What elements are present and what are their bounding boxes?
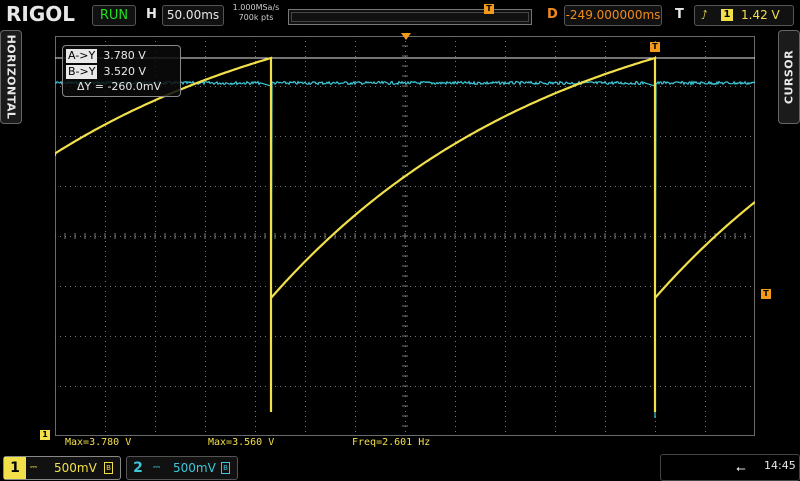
measurement-2: Max=3.560 V — [208, 437, 275, 448]
channel-1-number: 1 — [4, 457, 26, 479]
cursor-readout-box: A->Y 3.780 V B->Y 3.520 V ΔY = -260.0mV — [62, 45, 181, 97]
trigger-settings[interactable]: ⭜ 1 1.42 V — [694, 5, 794, 26]
trigger-time-marker[interactable]: T — [650, 42, 660, 52]
cursor-b-readout: B->Y 3.520 V — [66, 65, 146, 79]
brand-logo: RIGOL — [6, 2, 76, 26]
ch1-ground-marker[interactable]: 1 — [40, 430, 50, 440]
trigger-source-badge: 1 — [721, 9, 733, 21]
delay-label: D — [547, 7, 558, 22]
sample-rate: 1.000MSa/s — [232, 3, 280, 12]
horizontal-label: H — [146, 7, 157, 22]
measurement-1: Max=3.780 V — [65, 437, 132, 448]
delay-value[interactable]: -249.000000ms — [564, 5, 662, 26]
cursor-a-key: A->Y — [66, 49, 98, 63]
horizontal-menu-tab[interactable]: HORIZONTAL — [0, 30, 22, 124]
dc-coupling-icon: ⎓ — [30, 463, 38, 473]
bw-limit-icon: B — [104, 462, 113, 474]
channel-2-number: 2 — [133, 460, 143, 476]
bottom-channel-bar: 1 ⎓ 500mV B 2 ⎓ 500mV B ⭠ 14:45 — [0, 452, 800, 481]
channel-1-scale: 500mV — [54, 461, 97, 475]
dc-coupling-icon: ⎓ — [153, 463, 161, 473]
cursor-b-key: B->Y — [66, 65, 98, 79]
acquisition-info: 1.000MSa/s 700k pts — [228, 3, 284, 23]
rising-edge-icon: ⭜ — [701, 8, 708, 22]
timebase-value[interactable]: 50.00ms — [162, 5, 224, 26]
usb-icon: ⭠ — [736, 461, 746, 475]
trigger-level: 1.42 V — [741, 8, 780, 22]
channel-2-tab[interactable]: 2 ⎓ 500mV B — [126, 456, 238, 480]
top-status-bar: RIGOL RUN H 50.00ms 1.000MSa/s 700k pts … — [0, 0, 800, 30]
cursor-delta-readout: ΔY = -260.0mV — [77, 80, 162, 93]
channel-1-tab[interactable]: 1 ⎓ 500mV B — [3, 456, 121, 480]
run-stop-status[interactable]: RUN — [92, 5, 136, 26]
cursor-a-value: 3.780 V — [103, 49, 146, 62]
cursor-menu-tab[interactable]: CURSOR — [778, 30, 800, 124]
memory-position-bar[interactable] — [288, 9, 532, 25]
measurement-3: Freq=2.601 Hz — [352, 437, 431, 448]
cursor-a-readout: A->Y 3.780 V — [66, 49, 146, 63]
bw-limit-icon: B — [221, 462, 230, 474]
trigger-position-marker: T — [484, 4, 494, 14]
system-clock: 14:45 — [764, 459, 796, 472]
horizontal-center-marker — [401, 33, 411, 40]
memory-depth: 700k pts — [238, 13, 274, 22]
channel-2-scale: 500mV — [173, 461, 216, 475]
cursor-tab-label: CURSOR — [782, 49, 796, 105]
horizontal-tab-label: HORIZONTAL — [4, 34, 18, 120]
cursor-b-value: 3.520 V — [103, 65, 146, 78]
trigger-label: T — [675, 7, 684, 22]
trigger-level-marker[interactable]: T — [761, 289, 771, 299]
